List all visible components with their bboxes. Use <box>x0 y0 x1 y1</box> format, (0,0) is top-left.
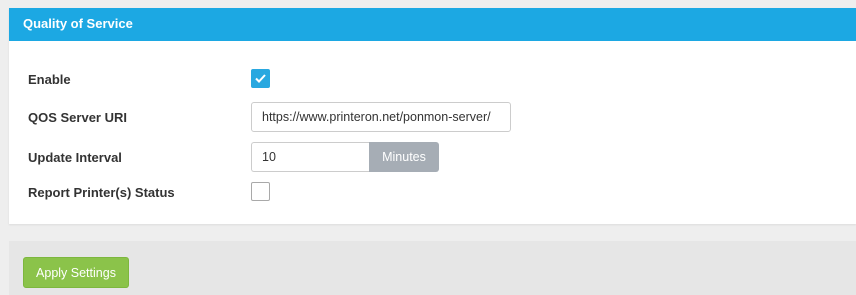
enable-label: Enable <box>28 72 71 87</box>
report-printer-status-label: Report Printer(s) Status <box>28 185 175 200</box>
panel-title: Quality of Service <box>9 8 856 41</box>
update-interval-label: Update Interval <box>28 150 122 165</box>
qos-server-uri-label: QOS Server URI <box>28 110 127 125</box>
minutes-addon: Minutes <box>369 142 439 172</box>
apply-settings-button[interactable]: Apply Settings <box>23 257 129 288</box>
footer-bar: Apply Settings <box>9 241 856 295</box>
qos-panel: Quality of Service Enable QOS Server URI… <box>9 8 856 224</box>
enable-checkbox[interactable] <box>251 69 270 88</box>
checkmark-icon <box>255 74 266 83</box>
report-printer-status-checkbox[interactable] <box>251 182 270 201</box>
update-interval-group: Minutes <box>251 142 439 172</box>
update-interval-input[interactable] <box>251 142 369 172</box>
qos-server-uri-input[interactable] <box>251 102 511 132</box>
